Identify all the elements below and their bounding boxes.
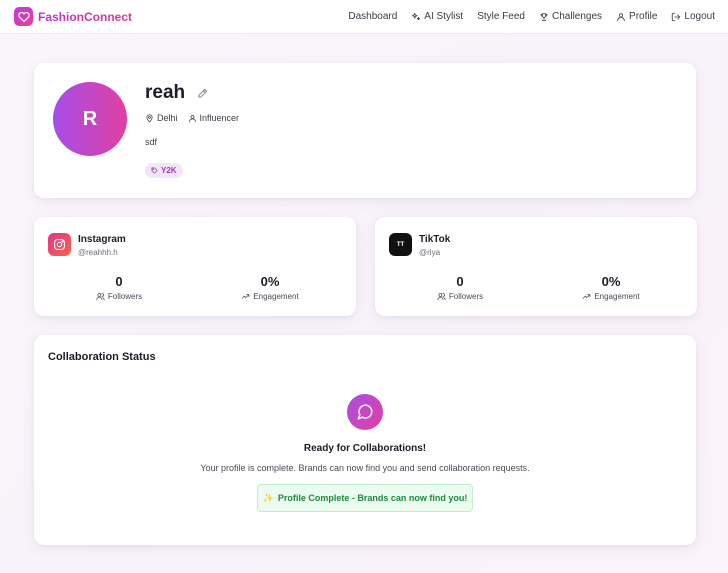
collaboration-title: Collaboration Status — [48, 351, 156, 363]
nav-challenges-label: Challenges — [552, 11, 603, 22]
instagram-followers: 0 Followers — [59, 274, 179, 301]
engagement-label-row: Engagement — [210, 292, 330, 301]
instagram-handle: @reahhh.h — [78, 248, 118, 257]
brand-name: FashionConnect — [38, 9, 133, 24]
role-text: Influencer — [199, 113, 240, 123]
location-text: Delhi — [157, 113, 178, 123]
avatar[interactable]: R — [53, 82, 127, 156]
engagement-value: 0% — [601, 274, 621, 289]
users-icon — [437, 293, 446, 301]
style-tag[interactable]: Y2K — [145, 163, 183, 178]
trending-up-icon — [583, 294, 591, 299]
nav-style-feed-label: Style Feed — [477, 11, 525, 22]
map-pin-icon — [146, 113, 153, 122]
tag-icon — [151, 167, 158, 174]
instagram-engagement: 0% Engagement — [210, 274, 330, 301]
nav-ai-stylist[interactable]: AI Stylist — [411, 11, 463, 22]
avatar-initial: R — [82, 107, 98, 130]
message-circle-icon — [347, 394, 383, 430]
sparkles-icon — [412, 12, 421, 20]
name-row: reah — [145, 82, 208, 104]
nav-links: Dashboard AI Stylist Style Feed Challeng… — [348, 11, 715, 22]
trophy-icon — [540, 12, 548, 21]
logout-icon — [672, 12, 681, 21]
instagram-icon — [48, 233, 71, 256]
user-icon — [617, 12, 625, 21]
trending-up-icon — [242, 294, 250, 299]
nav-logout[interactable]: Logout — [671, 11, 715, 22]
tiktok-handle: @riya — [419, 248, 441, 257]
followers-label: Followers — [448, 292, 484, 301]
profile-complete-badge: ✨ Profile Complete - Brands can now find… — [257, 484, 473, 512]
followers-label-row: Followers — [400, 292, 520, 301]
nav-profile[interactable]: Profile — [616, 11, 657, 22]
heart-icon — [14, 7, 33, 26]
style-tag-label: Y2K — [161, 166, 177, 175]
nav-challenges[interactable]: Challenges — [539, 11, 602, 22]
followers-value: 0 — [115, 274, 123, 289]
instagram-name: Instagram — [78, 234, 126, 245]
tiktok-card: TT TikTok @riya 0 Followers 0% Engagemen… — [375, 217, 697, 316]
engagement-label-row: Engagement — [551, 292, 671, 301]
followers-value: 0 — [456, 274, 464, 289]
engagement-value: 0% — [260, 274, 280, 289]
nav-style-feed[interactable]: Style Feed — [477, 11, 525, 22]
profile-complete-text: Profile Complete - Brands can now find y… — [277, 493, 468, 503]
nav-dashboard[interactable]: Dashboard — [348, 11, 397, 22]
followers-label-row: Followers — [59, 292, 179, 301]
tiktok-icon: TT — [389, 233, 412, 256]
user-icon — [188, 114, 196, 122]
nav-ai-stylist-label: AI Stylist — [424, 11, 464, 22]
profile-card: R reah Delhi Influencer sdf Y2K — [34, 63, 696, 198]
users-icon — [96, 293, 105, 301]
followers-label: Followers — [107, 292, 143, 301]
navbar: FashionConnect Dashboard AI Stylist Styl… — [0, 0, 728, 34]
collaboration-text: Your profile is complete. Brands can now… — [200, 463, 530, 473]
nav-logout-label: Logout — [684, 11, 715, 22]
tiktok-name: TikTok — [419, 234, 451, 245]
engagement-label: Engagement — [594, 292, 640, 301]
nav-profile-label: Profile — [629, 11, 658, 22]
profile-name: reah — [145, 82, 186, 103]
role: Influencer — [188, 113, 240, 123]
collaboration-card: Collaboration Status Ready for Collabora… — [34, 335, 696, 545]
instagram-card: Instagram @reahhh.h 0 Followers 0% Engag… — [34, 217, 356, 316]
profile-bio: sdf — [145, 137, 158, 147]
brand[interactable]: FashionConnect — [14, 7, 132, 26]
engagement-label: Engagement — [253, 292, 299, 301]
collaboration-heading: Ready for Collaborations! — [303, 443, 427, 454]
tiktok-engagement: 0% Engagement — [551, 274, 671, 301]
profile-meta: Delhi Influencer — [145, 113, 239, 123]
location: Delhi — [145, 113, 178, 123]
pencil-icon[interactable] — [197, 88, 208, 99]
sparkle-icon: ✨ — [262, 492, 274, 503]
nav-dashboard-label: Dashboard — [348, 11, 398, 22]
tiktok-followers: 0 Followers — [400, 274, 520, 301]
